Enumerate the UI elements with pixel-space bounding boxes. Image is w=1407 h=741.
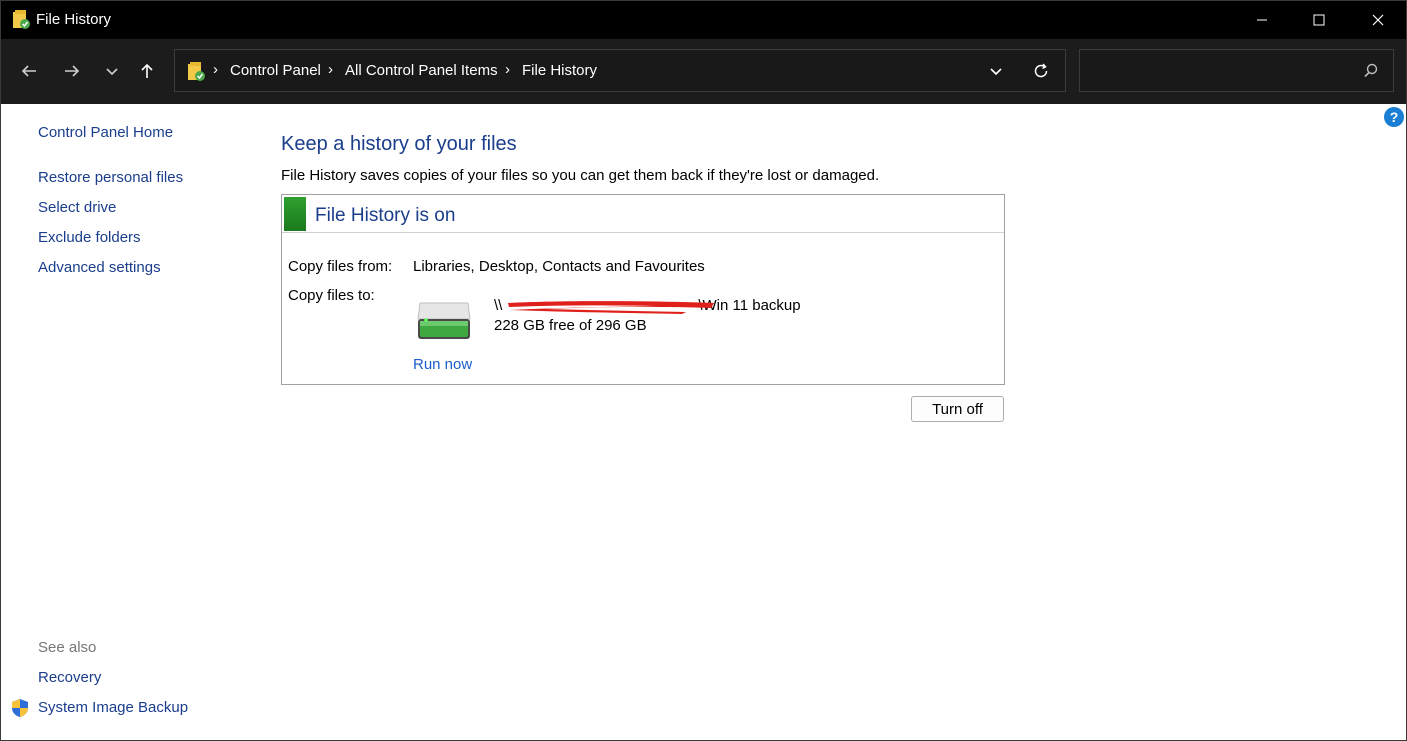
network-drive-icon [417,302,471,339]
maximize-icon [1313,14,1325,26]
breadcrumb-file-history[interactable]: File History [522,62,597,79]
exclude-folders-link[interactable]: Exclude folders [38,229,141,246]
chevron-down-icon [990,68,1002,76]
restore-personal-files-link[interactable]: Restore personal files [38,169,183,186]
close-button[interactable] [1349,1,1407,39]
title-bar: File History [1,1,1406,39]
arrow-up-icon [141,63,153,78]
arrow-left-icon [21,65,36,77]
status-title: File History is on [315,205,456,226]
page-title: Keep a history of your files [281,133,517,155]
breadcrumb[interactable]: › Control Panel › All Control Panel Item… [174,49,1066,92]
redaction-mark [508,301,714,314]
status-header: File History is on [282,195,1004,233]
back-button[interactable] [17,59,41,83]
recent-locations-button[interactable] [100,59,124,83]
search-icon[interactable] [1362,62,1380,80]
arrow-right-icon [65,65,80,77]
turn-off-button[interactable]: Turn off [911,396,1004,422]
refresh-button[interactable] [1030,60,1052,82]
select-drive-link[interactable]: Select drive [38,199,116,216]
file-history-icon [188,62,205,81]
status-panel: File History is on Copy files from: Libr… [281,194,1005,385]
up-button[interactable] [135,59,159,83]
help-icon[interactable]: ? [1384,107,1404,127]
search-box[interactable] [1079,49,1394,92]
breadcrumb-separator[interactable]: › [213,61,218,78]
drive-free-space: 228 GB free of 296 GB [494,317,647,334]
minimize-button[interactable] [1233,1,1291,39]
chevron-down-icon [106,68,118,76]
refresh-icon [1034,63,1048,78]
forward-button[interactable] [60,59,84,83]
see-also-label: See also [38,639,97,656]
minimize-icon [1257,19,1267,21]
status-indicator [284,197,306,231]
system-image-backup-link[interactable]: System Image Backup [38,699,188,716]
copy-from-label: Copy files from: [288,258,393,275]
drive-path-prefix: \\ [494,297,503,314]
copy-from-value: Libraries, Desktop, Contacts and Favouri… [413,258,705,275]
advanced-settings-link[interactable]: Advanced settings [38,259,161,276]
maximize-button[interactable] [1290,1,1348,39]
close-icon [1372,14,1384,26]
address-bar: › Control Panel › All Control Panel Item… [1,39,1406,104]
address-dropdown-button[interactable] [985,60,1007,82]
recovery-link[interactable]: Recovery [38,669,101,686]
search-input[interactable] [1088,58,1352,84]
control-panel-home-link[interactable]: Control Panel Home [38,124,173,141]
copy-to-label: Copy files to: [288,287,375,304]
file-history-window: File History › Control Panel › All Contr… [0,0,1407,741]
breadcrumb-separator[interactable]: › [328,61,333,78]
breadcrumb-separator[interactable]: › [505,61,510,78]
breadcrumb-all-items[interactable]: All Control Panel Items [345,62,498,79]
page-description: File History saves copies of your files … [281,167,880,184]
window-title: File History [36,11,112,28]
run-now-link[interactable]: Run now [413,356,472,373]
file-history-icon [13,10,30,29]
uac-shield-icon [12,699,28,717]
breadcrumb-control-panel[interactable]: Control Panel [230,62,321,79]
